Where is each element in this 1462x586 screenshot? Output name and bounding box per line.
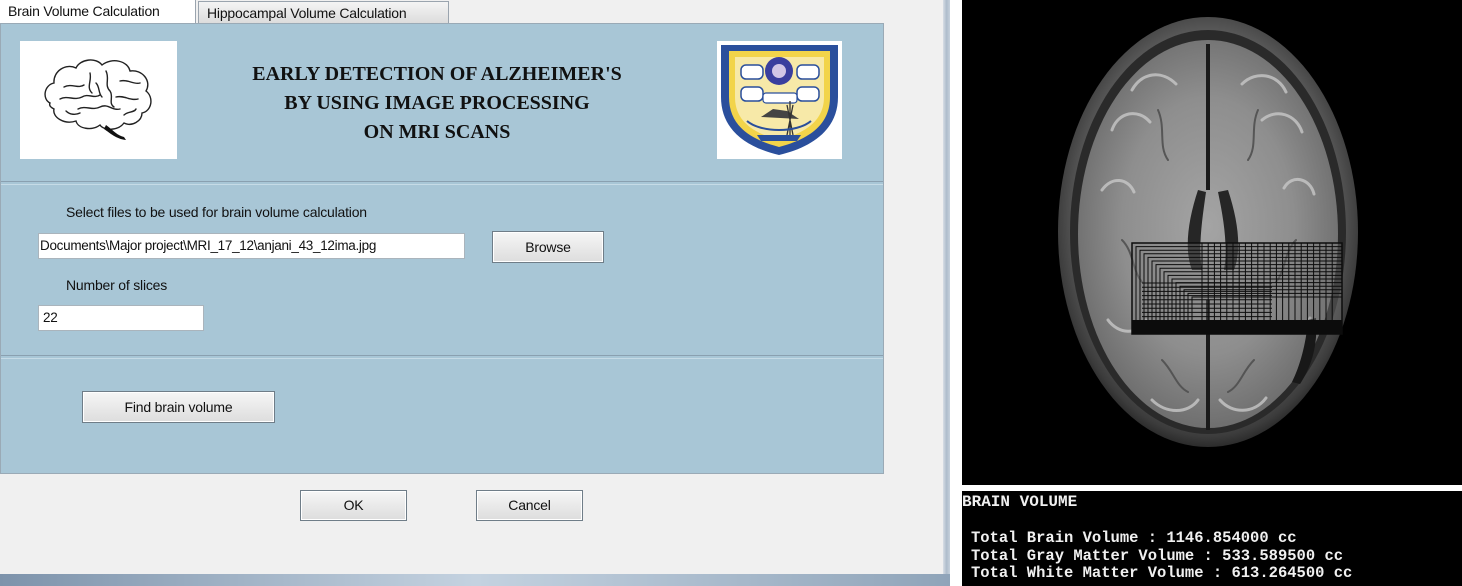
- app-title-line-1: EARLY DETECTION OF ALZHEIMER'S: [252, 63, 622, 85]
- segmentation-overlay: [1131, 242, 1343, 335]
- tab-hippocampal-volume-calculation[interactable]: Hippocampal Volume Calculation: [198, 1, 449, 23]
- tab-panel: EARLY DETECTION OF ALZHEIMER'S BY USING …: [0, 23, 884, 474]
- tab-brain-volume-calculation[interactable]: Brain Volume Calculation: [0, 0, 196, 23]
- mri-scan-view: [962, 0, 1462, 485]
- total-white-matter-volume-line: Total White Matter Volume : 613.264500 c…: [971, 564, 1353, 582]
- institution-crest-icon: [721, 45, 838, 155]
- slices-input[interactable]: 22: [38, 305, 204, 331]
- brain-outline-icon: [44, 59, 152, 140]
- total-brain-volume-line: Total Brain Volume : 1146.854000 cc: [971, 529, 1297, 547]
- institution-logo: [717, 41, 842, 159]
- brain-volume-dialog: Brain Volume Calculation Hippocampal Vol…: [0, 0, 950, 586]
- mri-brain-image: [1058, 17, 1358, 447]
- brain-logo: [20, 41, 177, 159]
- slices-label: Number of slices: [66, 277, 168, 293]
- cancel-button[interactable]: Cancel: [476, 490, 583, 521]
- file-path-field[interactable]: ‎Documents\Major project\MRI_17_12\anjan…: [38, 233, 465, 259]
- dialog-frame-edge: [943, 0, 950, 586]
- app-title: EARLY DETECTION OF ALZHEIMER'S BY USING …: [219, 60, 655, 147]
- console-output: BRAIN VOLUME Total Brain Volume : 1146.8…: [962, 491, 1462, 586]
- browse-button[interactable]: Browse: [492, 231, 604, 263]
- find-brain-volume-button[interactable]: Find brain volume: [82, 391, 275, 423]
- taskbar-strip: [0, 574, 950, 586]
- divider-top: [1, 181, 883, 185]
- total-gray-matter-volume-line: Total Gray Matter Volume : 533.589500 cc: [971, 547, 1344, 565]
- ok-button[interactable]: OK: [300, 490, 407, 521]
- divider-middle: [1, 355, 883, 359]
- app-title-line-3: ON MRI SCANS: [363, 121, 511, 143]
- console-heading: BRAIN VOLUME: [962, 493, 1078, 511]
- app-title-line-2: BY USING IMAGE PROCESSING: [284, 92, 590, 114]
- file-select-label: Select files to be used for brain volume…: [66, 204, 367, 220]
